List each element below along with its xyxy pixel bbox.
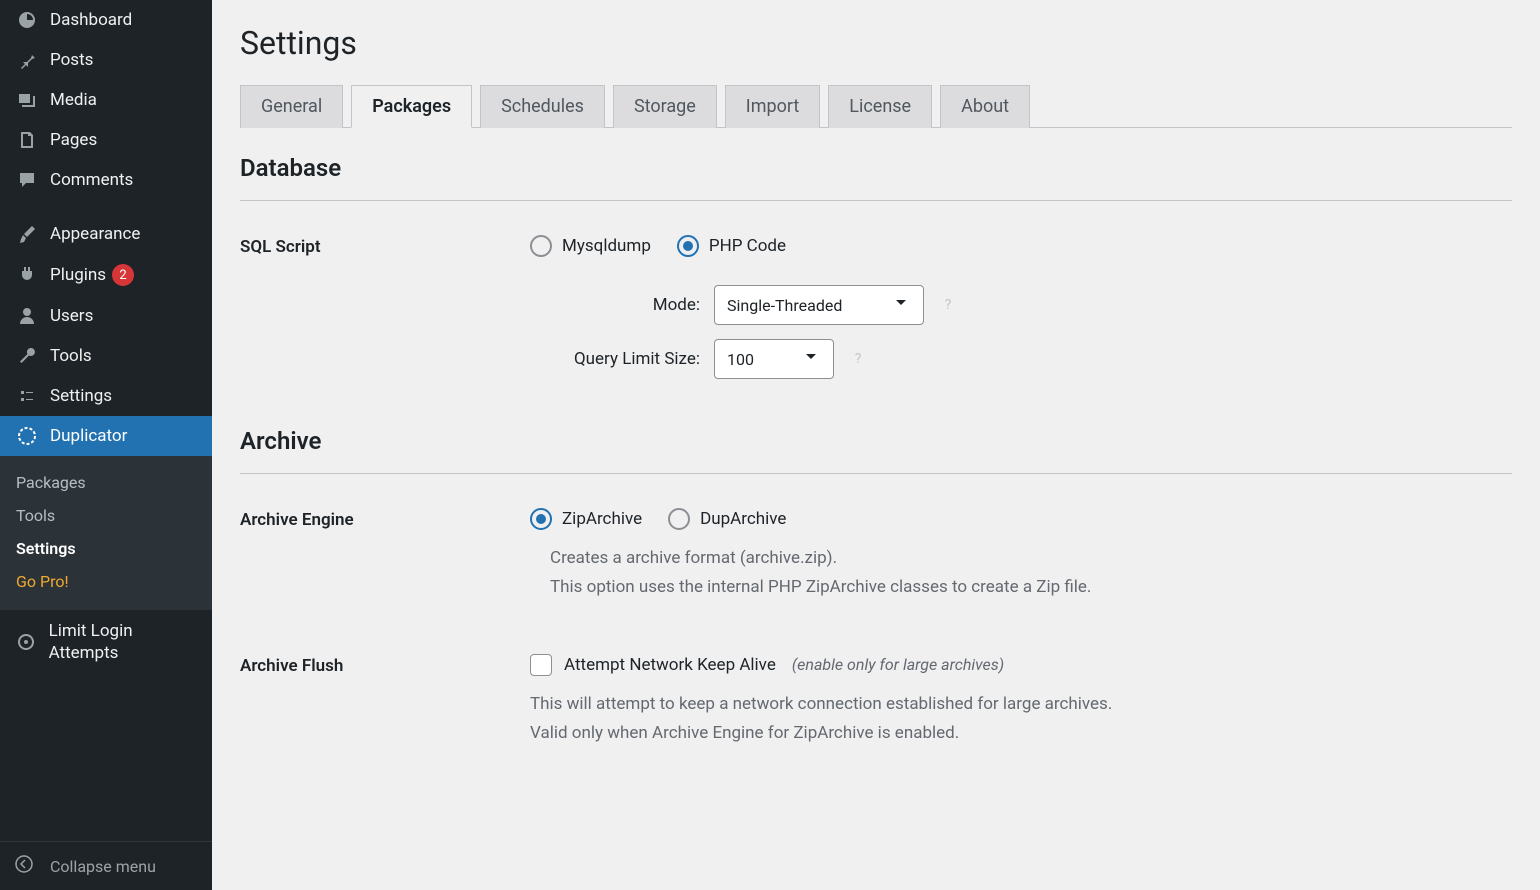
sidebar-label: Pages (50, 130, 97, 150)
sidebar-label: Dashboard (50, 10, 132, 30)
tab-storage[interactable]: Storage (613, 85, 717, 128)
sidebar-item-comments[interactable]: Comments (0, 160, 212, 200)
radio-dot (668, 508, 690, 530)
sidebar-item-media[interactable]: Media (0, 80, 212, 120)
sidebar-label: Comments (50, 170, 133, 190)
section-database: Database (240, 154, 1512, 201)
sidebar-item-limit-login[interactable]: Limit Login Attempts (0, 610, 212, 674)
page-title: Settings (240, 24, 1512, 62)
sidebar-label: Tools (50, 346, 92, 366)
radio-label: DupArchive (700, 509, 786, 529)
sidebar-label: Users (50, 306, 93, 326)
chevron-down-icon (801, 347, 821, 371)
submenu-tools[interactable]: Tools (0, 499, 212, 532)
settings-icon (14, 386, 40, 406)
sql-script-radios: Mysqldump PHP Code (530, 235, 1512, 257)
archive-engine-radios: ZipArchive DupArchive (530, 508, 1512, 530)
sidebar-item-posts[interactable]: Posts (0, 40, 212, 80)
media-icon (14, 90, 40, 110)
row-sql-script: SQL Script Mysqldump PHP Code Mode: Sin (240, 213, 1512, 401)
comments-icon (14, 170, 40, 190)
admin-sidebar: Dashboard Posts Media Pages Comments App… (0, 0, 212, 890)
plugins-badge: 2 (112, 264, 134, 286)
checkbox-box (530, 654, 552, 676)
radio-dot (677, 235, 699, 257)
settings-tabs: General Packages Schedules Storage Impor… (240, 84, 1512, 128)
main-content: Settings General Packages Schedules Stor… (212, 0, 1540, 890)
row-archive-flush: Archive Flush Attempt Network Keep Alive… (240, 624, 1512, 770)
sidebar-item-appearance[interactable]: Appearance (0, 214, 212, 254)
tab-schedules[interactable]: Schedules (480, 85, 605, 128)
select-value: Single-Threaded (727, 296, 842, 315)
plugin-icon (14, 265, 40, 285)
sidebar-label: Plugins (50, 265, 106, 285)
sidebar-item-tools[interactable]: Tools (0, 336, 212, 376)
sidebar-label: Media (50, 90, 97, 110)
sidebar-submenu: Packages Tools Settings Go Pro! (0, 456, 212, 610)
select-query-limit[interactable]: 100 (714, 339, 834, 379)
label-sql-script: SQL Script (240, 235, 530, 257)
submenu-gopro[interactable]: Go Pro! (0, 565, 212, 598)
sidebar-item-duplicator[interactable]: Duplicator (0, 416, 212, 456)
radio-ziparchive[interactable]: ZipArchive (530, 508, 642, 530)
radio-label: PHP Code (709, 236, 786, 256)
dashboard-icon (14, 10, 40, 30)
radio-dot (530, 235, 552, 257)
label-archive-engine: Archive Engine (240, 508, 530, 530)
user-icon (14, 306, 40, 326)
limit-icon (14, 632, 39, 652)
sidebar-label: Posts (50, 50, 93, 70)
radio-dot (530, 508, 552, 530)
label-query-limit: Query Limit Size: (530, 349, 700, 369)
flush-desc: This will attempt to keep a network conn… (530, 690, 1512, 748)
tab-license[interactable]: License (828, 85, 932, 128)
help-icon[interactable]: ? (938, 295, 958, 315)
sidebar-label: Appearance (50, 224, 140, 244)
label-archive-flush: Archive Flush (240, 654, 530, 676)
sidebar-item-users[interactable]: Users (0, 296, 212, 336)
radio-phpcode[interactable]: PHP Code (677, 235, 786, 257)
radio-label: ZipArchive (562, 509, 642, 529)
collapse-label: Collapse menu (50, 857, 156, 876)
tab-packages[interactable]: Packages (351, 85, 472, 128)
radio-mysqldump[interactable]: Mysqldump (530, 235, 651, 257)
wrench-icon (14, 346, 40, 366)
engine-desc: Creates a archive format (archive.zip). … (550, 544, 1512, 602)
label-mode: Mode: (530, 295, 700, 315)
submenu-settings[interactable]: Settings (0, 532, 212, 565)
radio-duparchive[interactable]: DupArchive (668, 508, 786, 530)
checkbox-label: Attempt Network Keep Alive (564, 655, 776, 675)
tab-about[interactable]: About (940, 85, 1030, 128)
sidebar-label: Duplicator (50, 426, 127, 446)
submenu-packages[interactable]: Packages (0, 466, 212, 499)
radio-label: Mysqldump (562, 236, 651, 256)
tab-general[interactable]: General (240, 85, 343, 128)
sidebar-item-dashboard[interactable]: Dashboard (0, 0, 212, 40)
tab-import[interactable]: Import (725, 85, 820, 128)
duplicator-icon (14, 426, 40, 446)
sidebar-label: Settings (50, 386, 112, 406)
pin-icon (14, 50, 40, 70)
sidebar-item-pages[interactable]: Pages (0, 120, 212, 160)
section-archive: Archive (240, 427, 1512, 474)
select-mode[interactable]: Single-Threaded (714, 285, 924, 325)
collapse-icon (14, 854, 40, 878)
checkbox-keep-alive[interactable]: Attempt Network Keep Alive (enable only … (530, 654, 1512, 676)
checkbox-hint: (enable only for large archives) (792, 655, 1004, 674)
help-icon[interactable]: ? (848, 349, 868, 369)
sidebar-item-settings[interactable]: Settings (0, 376, 212, 416)
select-value: 100 (727, 350, 754, 369)
row-archive-engine: Archive Engine ZipArchive DupArchive Cre… (240, 486, 1512, 624)
chevron-down-icon (891, 293, 911, 317)
sidebar-item-plugins[interactable]: Plugins 2 (0, 254, 212, 296)
collapse-menu[interactable]: Collapse menu (0, 841, 212, 890)
brush-icon (14, 224, 40, 244)
pages-icon (14, 130, 40, 150)
sidebar-label: Limit Login Attempts (49, 620, 198, 664)
